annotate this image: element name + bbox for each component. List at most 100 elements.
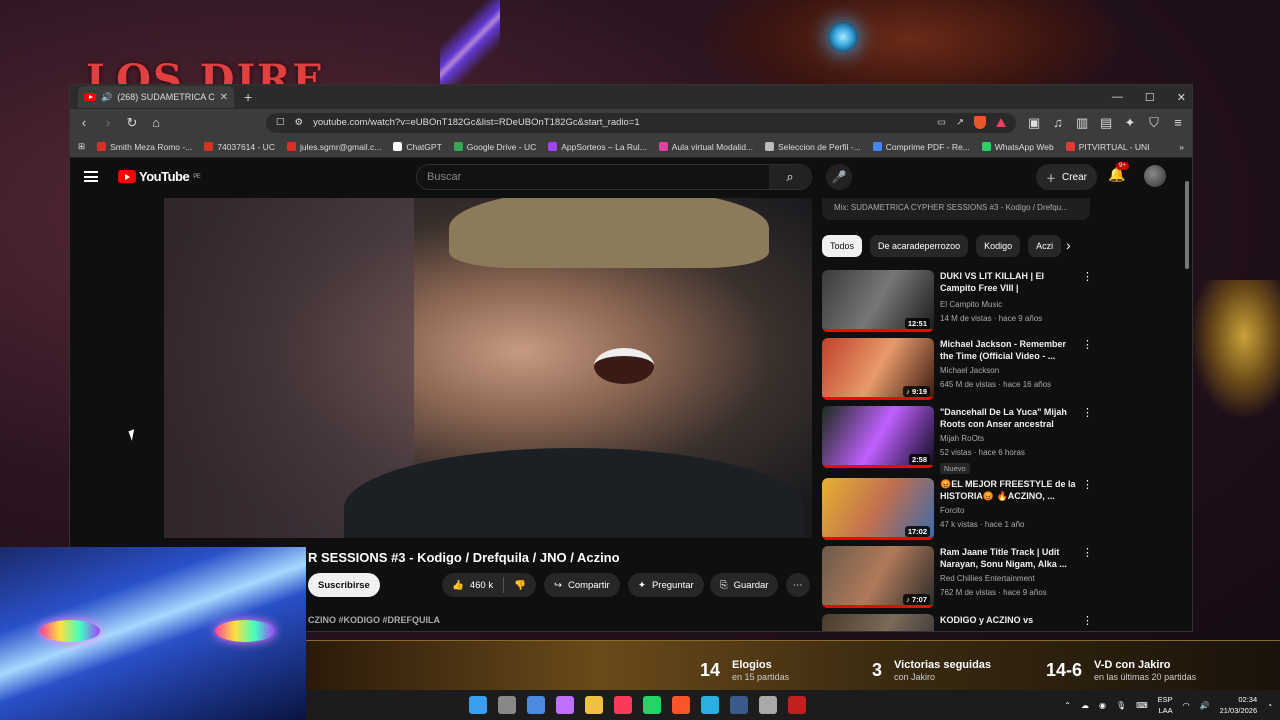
channel-name[interactable]: Forcito: [940, 505, 1076, 516]
search-box[interactable]: ⌕: [416, 164, 812, 190]
bookmark-item[interactable]: Google Drive - UC: [453, 142, 536, 152]
video-title[interactable]: "Dancehall De La Yuca" Mijah Roots con A…: [940, 406, 1076, 430]
bookmark-item[interactable]: WhatsApp Web: [981, 142, 1054, 152]
like-button[interactable]: 👍 460 k 👎: [442, 573, 536, 597]
recommendation-item[interactable]: 17:02 😡EL MEJOR FREESTYLE de la HISTORIA😡…: [822, 478, 1093, 540]
recommendation-item[interactable]: ♪ 7:07 Ram Jaane Title Track | Udit Naray…: [822, 546, 1093, 608]
bookmark-item[interactable]: AppSorteos – La Rul...: [548, 142, 647, 152]
video-title[interactable]: Ram Jaane Title Track | Udit Narayan, So…: [940, 546, 1076, 570]
menu-icon[interactable]: ≡: [1172, 115, 1184, 130]
chevron-right-icon[interactable]: ›: [1066, 237, 1071, 253]
edge-icon[interactable]: [701, 696, 719, 714]
close-window-icon[interactable]: ✕: [1177, 91, 1186, 104]
brave-shield-icon[interactable]: [974, 116, 986, 129]
filter-chip[interactable]: Kodigo: [976, 235, 1021, 257]
music-icon[interactable]: [614, 696, 632, 714]
more-vertical-icon[interactable]: ⋮: [1082, 546, 1093, 608]
leo-ai-icon[interactable]: ✦: [1124, 115, 1136, 131]
bookmark-item[interactable]: Seleccion de Perfil -...: [765, 142, 861, 152]
whatsapp-icon[interactable]: [643, 696, 661, 714]
recommendation-item[interactable]: 2:58 "Dancehall De La Yuca" Mijah Roots c…: [822, 406, 1093, 476]
video-thumbnail[interactable]: 17:02: [822, 478, 934, 540]
video-thumbnail[interactable]: [822, 614, 934, 631]
chevron-up-icon[interactable]: ⌃: [1064, 701, 1071, 710]
media-icon[interactable]: ♫: [1052, 115, 1064, 130]
bookmark-page-icon[interactable]: ☐: [276, 117, 285, 128]
recommendation-item[interactable]: KODIGO y ACZINO vs ⋮: [822, 614, 1093, 631]
video-title[interactable]: KODIGO y ACZINO vs: [940, 614, 1076, 626]
wallet-icon[interactable]: ▤: [1100, 115, 1112, 131]
wifi-icon[interactable]: ◠: [1183, 701, 1190, 710]
hamburger-menu-icon[interactable]: [84, 171, 98, 182]
channel-name[interactable]: El Campito Music: [940, 299, 1076, 310]
filter-chip[interactable]: De acaradeperrozoo: [870, 235, 969, 257]
mix-playlist-header[interactable]: Mix: SUDAMETRICA CYPHER SESSIONS #3 - Ko…: [822, 198, 1090, 220]
video-thumbnail[interactable]: ♪ 9:19: [822, 338, 934, 400]
more-vertical-icon[interactable]: ⋮: [1082, 270, 1093, 332]
site-settings-icon[interactable]: ⚙: [295, 117, 304, 128]
reload-icon[interactable]: ↻: [126, 115, 138, 131]
search-input[interactable]: [417, 165, 769, 189]
volume-icon[interactable]: 🔊: [1200, 701, 1210, 710]
speaker-icon[interactable]: 🔊: [101, 92, 112, 103]
back-icon[interactable]: ‹: [78, 115, 90, 130]
copilot-icon[interactable]: [556, 696, 574, 714]
microphone-icon[interactable]: 🎤: [826, 164, 852, 190]
onedrive-icon[interactable]: ☁: [1081, 701, 1089, 710]
thumbs-down-icon[interactable]: 👎: [514, 580, 526, 591]
save-button[interactable]: ⎘ Guardar: [710, 573, 779, 597]
notification-center-icon[interactable]: ◔: [1267, 701, 1272, 710]
video-title[interactable]: Michael Jackson - Remember the Time (Off…: [940, 338, 1076, 362]
bookmark-item[interactable]: Aula virtual Modalid...: [658, 142, 753, 152]
minimize-icon[interactable]: —: [1112, 91, 1123, 103]
more-bookmarks-icon[interactable]: »: [1179, 142, 1184, 152]
bookmark-item[interactable]: PITVIRTUAL - UNI: [1065, 142, 1150, 152]
share-button[interactable]: ↪ Compartir: [544, 573, 620, 597]
windows-start-icon[interactable]: [469, 696, 487, 714]
steam-icon[interactable]: [730, 696, 748, 714]
more-vertical-icon[interactable]: ⋮: [1082, 478, 1093, 540]
keyboard-icon[interactable]: ⌨: [1136, 701, 1148, 710]
tab-search-icon[interactable]: ▣: [1028, 115, 1040, 131]
maximize-icon[interactable]: ☐: [1145, 91, 1155, 104]
page-scrollbar[interactable]: [1184, 177, 1190, 625]
cast-icon[interactable]: ▭: [937, 117, 946, 128]
sidebar-icon[interactable]: ▥: [1076, 115, 1088, 131]
share-icon[interactable]: ↗: [956, 117, 964, 128]
browser-tab[interactable]: 🔊 (268) SUDAMETRICA CYPHER ✕: [78, 86, 234, 108]
filter-chip[interactable]: Aczi: [1028, 235, 1062, 257]
bookmark-item[interactable]: jules.sgmr@gmail.c...: [286, 142, 381, 152]
recommendation-item[interactable]: 12:51 DUKI VS LIT KILLAH | El Campito Fre…: [822, 270, 1093, 332]
bookmark-item[interactable]: ChatGPT: [393, 142, 442, 152]
microphone-tray-icon[interactable]: 🎙: [1116, 701, 1126, 710]
task-view-icon[interactable]: [498, 696, 516, 714]
hashtags[interactable]: CZINO #KODIGO #DREFQUILA: [308, 615, 440, 625]
network-icon[interactable]: ◉: [1099, 701, 1106, 710]
close-tab-icon[interactable]: ✕: [220, 92, 228, 103]
video-thumbnail[interactable]: ♪ 7:07: [822, 546, 934, 608]
channel-name[interactable]: Michael Jackson: [940, 365, 1076, 376]
home-icon[interactable]: ⌂: [150, 115, 162, 130]
subscribe-button[interactable]: Suscribirse: [308, 573, 380, 597]
chrome-icon[interactable]: [759, 696, 777, 714]
channel-name[interactable]: Red Chillies Entertainment: [940, 573, 1076, 584]
clock[interactable]: 02:34 21/03/2026: [1220, 694, 1258, 716]
bookmark-item[interactable]: 74037614 - UC: [204, 142, 275, 152]
more-vertical-icon[interactable]: ⋮: [1082, 406, 1093, 476]
youtube-logo[interactable]: YouTube PE: [118, 169, 201, 184]
more-vertical-icon[interactable]: ⋮: [1082, 614, 1093, 631]
file-explorer-icon[interactable]: [585, 696, 603, 714]
brave-icon[interactable]: [672, 696, 690, 714]
video-player[interactable]: [164, 198, 812, 538]
create-button[interactable]: ＋ Crear: [1036, 164, 1098, 190]
search-icon[interactable]: ⌕: [769, 165, 811, 189]
video-thumbnail[interactable]: 12:51: [822, 270, 934, 332]
bookmark-item[interactable]: Comprime PDF - Re...: [872, 142, 970, 152]
ask-button[interactable]: ✦ Preguntar: [628, 573, 704, 597]
recommendation-item[interactable]: ♪ 9:19 Michael Jackson - Remember the Tim…: [822, 338, 1093, 400]
store-icon[interactable]: [527, 696, 545, 714]
more-actions-button[interactable]: ⋯: [786, 573, 810, 597]
brave-rewards-icon[interactable]: [996, 118, 1006, 127]
new-tab-icon[interactable]: +: [244, 89, 252, 105]
more-vertical-icon[interactable]: ⋮: [1082, 338, 1093, 400]
